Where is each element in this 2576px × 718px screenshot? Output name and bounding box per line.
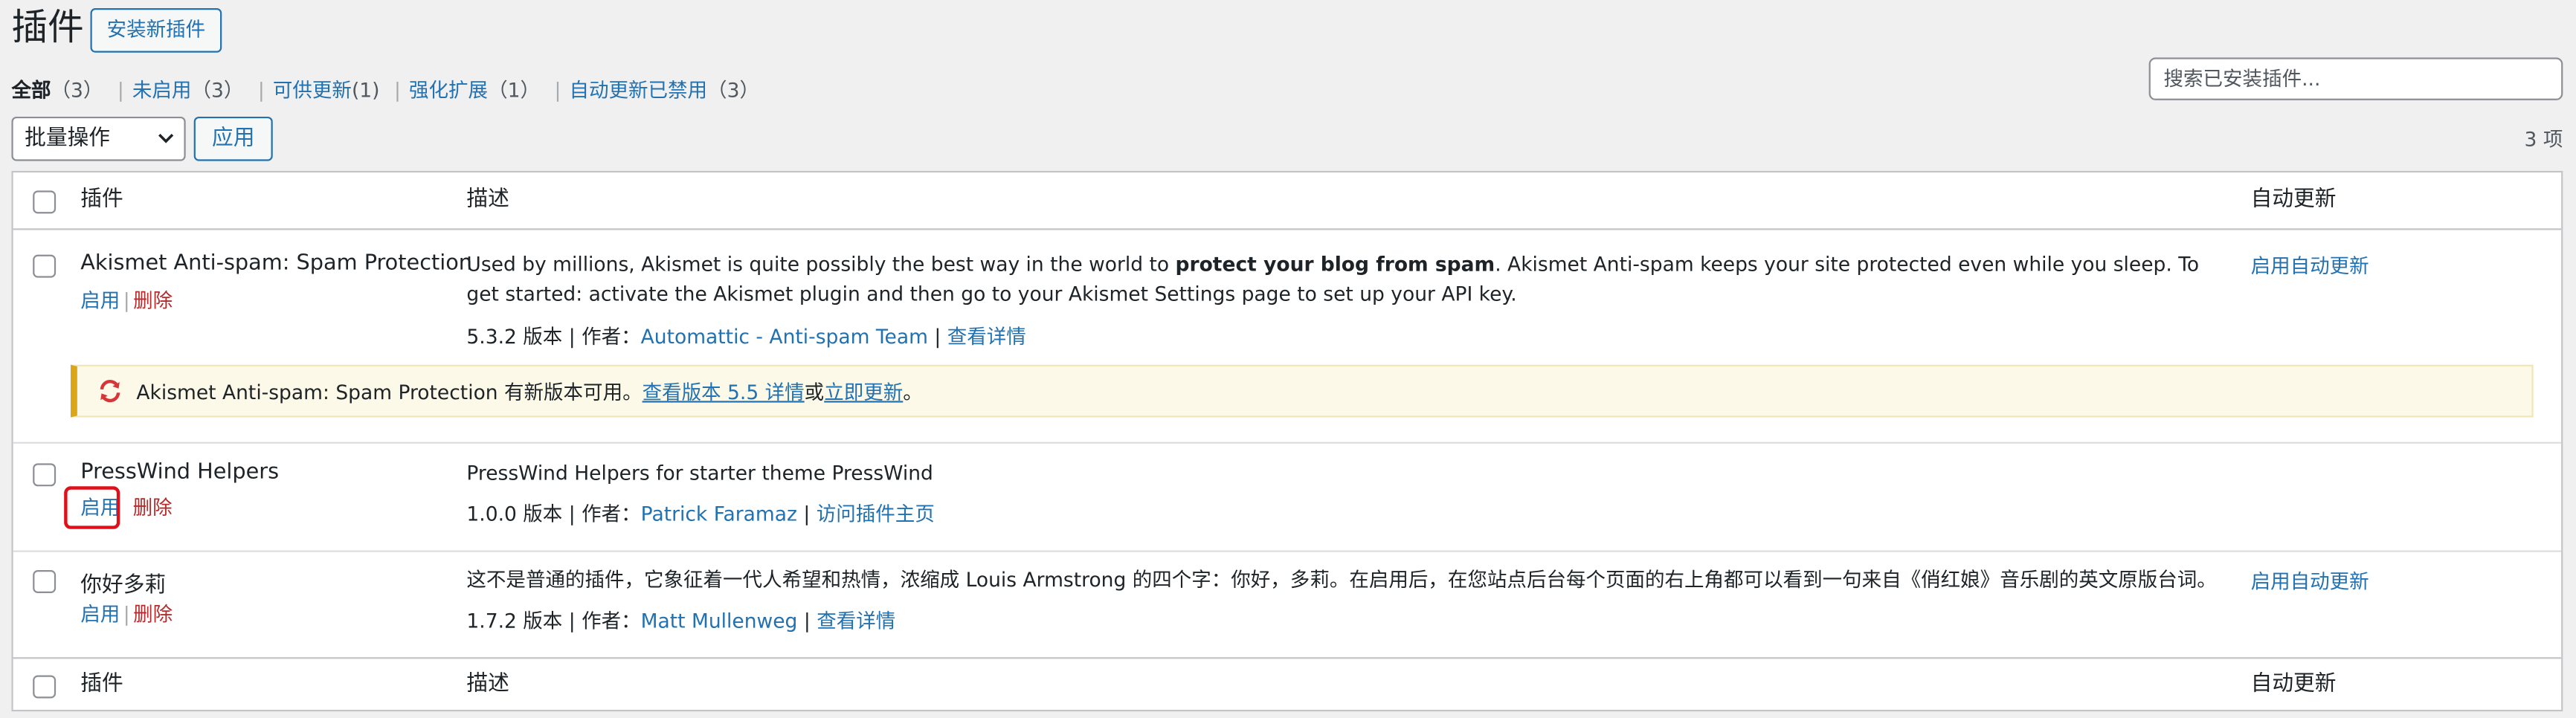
row-actions: 启用 | 删除	[80, 600, 173, 628]
page-title: 插件	[11, 8, 84, 50]
search-plugins-input[interactable]: 搜索已安装插件...	[2148, 57, 2563, 100]
delete-link[interactable]: 删除	[133, 289, 173, 312]
filter-enhance-count: （1）	[488, 79, 540, 103]
activate-link[interactable]: 启用	[80, 603, 120, 626]
table-header: 插件 描述 自动更新	[13, 172, 2562, 230]
filter-all-count: （3）	[51, 79, 103, 103]
plugin-meta: 5.3.2 版本 | 作者：Automattic - Anti-spam Tea…	[466, 322, 1025, 350]
filter-updates[interactable]: 可供更新	[273, 79, 352, 102]
select-all-checkbox[interactable]	[33, 190, 57, 214]
filter-all[interactable]: 全部	[11, 79, 51, 102]
delete-link[interactable]: 删除	[133, 603, 173, 626]
filter-autoupdate-disabled[interactable]: 自动更新已禁用	[569, 79, 707, 102]
row-checkbox[interactable]	[33, 570, 57, 593]
plugin-description: PressWind Helpers for starter theme Pres…	[466, 462, 933, 485]
plugin-description: Used by millions, Akismet is quite possi…	[466, 250, 2224, 309]
plugin-meta: 1.0.0 版本 | 作者：Patrick Faramaz | 访问插件主页	[466, 499, 934, 528]
select-all-checkbox-footer[interactable]	[33, 675, 57, 699]
update-now-link[interactable]: 立即更新	[824, 381, 903, 404]
row-actions: 启用 | 删除	[80, 286, 173, 314]
bulk-actions-value: 批量操作	[25, 126, 111, 152]
column-plugin-footer: 插件	[80, 672, 123, 697]
plugin-name: 你好多莉	[80, 573, 167, 598]
plugin-name: PressWind Helpers	[80, 459, 280, 485]
chevron-down-icon	[158, 134, 174, 143]
filter-autoupdate-count: （3）	[707, 79, 759, 103]
enable-auto-update-link[interactable]: 启用自动更新	[2251, 251, 2369, 279]
update-icon	[100, 380, 120, 403]
activate-highlight-box	[64, 486, 120, 529]
notice-message: Akismet Anti-spam: Spam Protection 有新版本可…	[136, 381, 643, 404]
filter-separator: |	[117, 79, 124, 103]
filter-separator: |	[554, 79, 561, 103]
filter-enhance[interactable]: 强化扩展	[409, 79, 488, 102]
plugin-meta: 1.7.2 版本 | 作者：Matt Mullenweg | 查看详情	[466, 607, 895, 635]
action-separator: |	[123, 603, 130, 627]
author-link[interactable]: Matt Mullenweg	[641, 609, 798, 633]
activate-link[interactable]: 启用	[80, 289, 120, 312]
table-row: 你好多莉 启用 | 删除 这不是普通的插件，它象征着一代人希望和热情，浓缩成 Lou…	[13, 550, 2562, 658]
author-link[interactable]: Patrick Faramaz	[641, 502, 797, 525]
update-notice: Akismet Anti-spam: Spam Protection 有新版本可…	[70, 364, 2534, 418]
notice-or: 或	[804, 381, 825, 404]
delete-link[interactable]: 删除	[133, 497, 173, 520]
filter-separator: |	[257, 79, 265, 103]
notice-text: Akismet Anti-spam: Spam Protection 有新版本可…	[136, 378, 922, 406]
filter-separator: |	[394, 79, 401, 103]
action-separator	[123, 497, 129, 520]
items-count: 3 项	[2524, 128, 2563, 152]
table-row: Akismet Anti-spam: Spam Protection 启用 | 删除…	[13, 230, 2561, 440]
version-text: 5.3.2 版本 | 作者：	[466, 325, 641, 349]
bulk-actions-select[interactable]: 批量操作	[11, 116, 186, 161]
column-description-footer: 描述	[466, 672, 509, 697]
notice-end: 。	[903, 381, 923, 404]
column-auto-update-footer: 自动更新	[2250, 672, 2337, 697]
view-version-details-link[interactable]: 查看版本 5.5 详情	[643, 381, 805, 404]
version-text: 1.7.2 版本 | 作者：	[466, 609, 641, 633]
description-text: Used by millions, Akismet is quite possi…	[466, 253, 1176, 276]
plugin-name: Akismet Anti-spam: Spam Protection	[80, 251, 473, 276]
meta-separator: |	[803, 609, 811, 633]
description-bold: protect your blog from spam	[1175, 253, 1495, 276]
column-plugin: 插件	[80, 187, 123, 213]
filter-updates-count: (1)	[351, 79, 380, 103]
view-details-link[interactable]: 查看详情	[947, 326, 1026, 349]
plugins-page: 插件 安装新插件 全部（3） | 未启用（3） | 可供更新(1) | 强化扩展（1）…	[0, 0, 2576, 718]
version-text: 1.0.0 版本 | 作者：	[466, 502, 641, 526]
filter-inactive-count: （3）	[191, 79, 244, 103]
visit-plugin-site-link[interactable]: 访问插件主页	[817, 502, 935, 525]
apply-button[interactable]: 应用	[193, 116, 273, 161]
filter-inactive[interactable]: 未启用	[132, 79, 192, 102]
view-details-link[interactable]: 查看详情	[817, 609, 895, 633]
author-link[interactable]: Automattic - Anti-spam Team	[641, 326, 928, 349]
table-footer: 插件 描述 自动更新	[13, 657, 2562, 713]
column-description: 描述	[466, 187, 509, 213]
plugins-table: 插件 描述 自动更新 Akismet Anti-spam: Spam Prote…	[11, 170, 2563, 713]
add-new-plugin-button[interactable]: 安装新插件	[90, 8, 222, 53]
column-auto-update: 自动更新	[2250, 187, 2337, 213]
meta-separator: |	[934, 325, 941, 349]
row-checkbox[interactable]	[33, 254, 57, 278]
plugin-description: 这不是普通的插件，它象征着一代人希望和热情，浓缩成 Louis Armstron…	[466, 568, 2217, 592]
meta-separator: |	[803, 502, 811, 526]
action-separator: |	[123, 289, 130, 312]
filter-links: 全部（3） | 未启用（3） | 可供更新(1) | 强化扩展（1） | 自动更新已禁用…	[11, 76, 759, 106]
row-checkbox[interactable]	[33, 463, 57, 487]
enable-auto-update-link[interactable]: 启用自动更新	[2251, 567, 2369, 595]
table-row: PressWind Helpers 启用 删除 PressWind Helper…	[13, 442, 2562, 551]
